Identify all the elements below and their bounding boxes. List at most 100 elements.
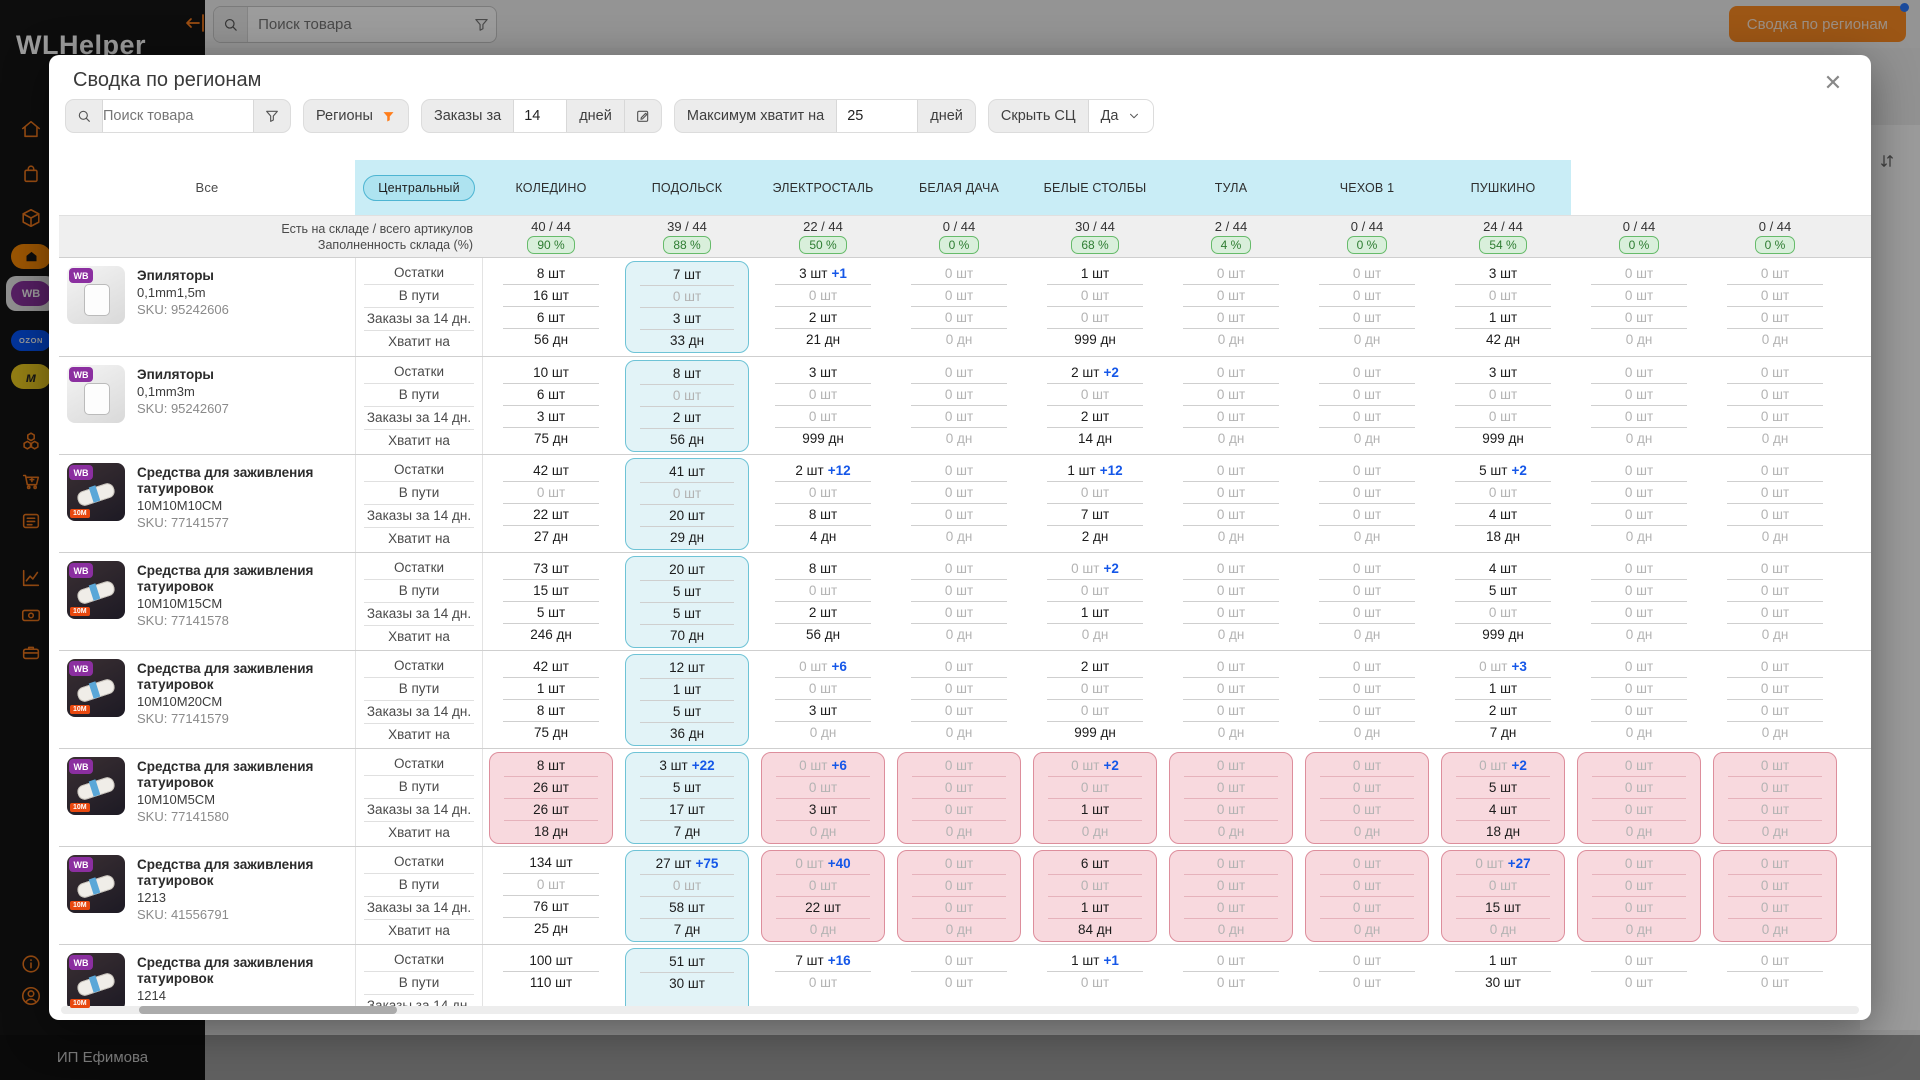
metric-value: 56 дн [489,329,613,351]
product-row[interactable]: WBЭпиляторы0,1mm1,5mSKU: 95242606Остатки… [59,258,1871,356]
hide-sc-select[interactable]: Да [1088,100,1153,132]
region-header-белые-столбы[interactable]: БЕЛЫЕ СТОЛБЫ [1027,160,1163,215]
metric-value: 75 дн [489,428,613,450]
region-header-пушкино[interactable]: ПУШКИНО [1435,160,1571,215]
metric-labels: ОстаткиВ путиЗаказы за 14 дн.Хватит на [355,553,483,650]
metric-value: 0 шт [626,483,748,505]
incoming-delta: +1 [1103,953,1118,968]
max-days-input[interactable] [847,108,907,124]
region-header-row: Все Центральный КОЛЕДИНОПОДОЛЬСКЭЛЕКТРОСТА… [59,160,1871,215]
stock-cell: 0 шт+25 шт4 шт18 дн [1435,749,1571,846]
selected-region-pill[interactable]: Центральный [363,175,475,201]
product-variant: 1214 [137,987,327,1004]
metric-value: 0 шт [762,777,884,799]
metric-value: 0 шт [626,286,748,308]
product-row[interactable]: WB10МСредства для заживления татуировок1… [59,748,1871,846]
metric-value: 0 шт [1441,384,1565,406]
metric-value: 0 шт [1305,656,1429,678]
metric-value: 0 шт [1713,285,1837,307]
metric-value: 2 дн [1033,526,1157,548]
product-search-group [65,99,291,133]
stats-label-fill: Заполненность склада (%) [59,237,473,253]
metric-value: 16 шт [489,285,613,307]
product-thumbnail: WB10М [67,855,125,913]
product-info: WBЭпиляторы0,1mm3mSKU: 95242607 [59,357,355,454]
metric-value: 0 шт [761,285,885,307]
metric-value: 0 шт [1306,799,1428,821]
stock-cell: 0 шт+20 шт1 шт0 дн [1027,553,1163,650]
product-search-input[interactable] [103,108,253,124]
metric-value: 999 дн [1033,722,1157,744]
metric-value: 0 шт [1713,384,1837,406]
region-header-чехов-1[interactable]: ЧЕХОВ 1 [1299,160,1435,215]
metric-value: 0 шт [1169,482,1293,504]
orders-days-input[interactable] [524,108,556,124]
product-row[interactable]: WB10МСредства для заживления татуировок1… [59,650,1871,748]
product-name: Эпиляторы [137,367,229,383]
metric-value: 8 шт [489,263,613,285]
stock-cell: 0 шт0 шт0 шт0 дн [1571,357,1707,454]
metric-value: 0 дн [1713,329,1837,351]
metric-value: 0 шт [897,263,1021,285]
metric-value: 3 шт [626,308,748,330]
metric-value: 5 шт [1442,777,1564,799]
metric-value: 0 шт [1713,307,1837,329]
metric-value: 0 шт [1713,656,1837,678]
fill-percent-badge: 88 % [663,236,710,254]
metric-value: 0 дн [897,329,1021,351]
metric-value: 10 шт [489,362,613,384]
metric-value: 0 шт [489,874,613,896]
metric-value: 0 дн [1169,329,1293,351]
incoming-delta: +2 [1511,758,1526,773]
stock-cell: 0 шт0 шт0 шт0 дн [1299,357,1435,454]
product-row[interactable]: WBЭпиляторы0,1mm3mSKU: 95242607ОстаткиВ … [59,356,1871,454]
product-row[interactable]: WB10МСредства для заживления татуировок1… [59,454,1871,552]
stock-cell: 0 шт+270 шт15 шт0 дн [1435,847,1571,944]
region-header-центральный[interactable]: Центральный [355,160,483,215]
stock-cell: 0 шт0 шт0 шт0 дн [891,553,1027,650]
product-row[interactable]: WB10МСредства для заживления татуировок1… [59,552,1871,650]
regions-filter-button[interactable]: Регионы [303,99,409,133]
filter-funnel-icon[interactable] [253,100,290,132]
metric-value: 0 шт [1713,950,1837,972]
product-row[interactable]: WB10МСредства для заживления татуировок1… [59,944,1871,1009]
stock-cell: 0 шт+60 шт3 шт0 дн [755,651,891,748]
metric-value: 0 шт [1305,504,1429,526]
metric-value: 0 шт [1577,580,1701,602]
region-header-электросталь[interactable]: ЭЛЕКТРОСТАЛЬ [755,160,891,215]
metric-label: Хватит на [356,626,482,649]
region-header-коледино[interactable]: КОЛЕДИНО [483,160,619,215]
metric-value: 0 шт [761,972,885,994]
metric-value: 1 шт [1034,799,1156,821]
region-header-all[interactable]: Все [59,160,355,215]
region-header-подольск[interactable]: ПОДОЛЬСК [619,160,755,215]
metric-value: 75 дн [489,722,613,744]
wb-badge: WB [69,563,93,578]
close-icon[interactable]: ✕ [1819,69,1847,97]
metric-value: 7 шт [1033,504,1157,526]
metric-value: 1 шт [489,678,613,700]
stock-count: 39 / 44 [667,219,707,234]
product-variant: 0,1mm1,5m [137,284,229,301]
metric-value: 56 дн [761,624,885,646]
edit-icon[interactable] [624,100,661,132]
product-row[interactable]: WB10МСредства для заживления татуировок1… [59,846,1871,944]
stock-cell: 3 шт+225 шт17 шт7 дн [619,749,755,846]
stock-cell: 0 шт0 шт0 шт0 дн [1163,258,1299,356]
metric-value: 12 шт [626,657,748,679]
metric-value: 0 шт [1169,602,1293,624]
metric-label: Остатки [356,949,482,972]
metric-value: 0 дн [1305,428,1429,450]
metric-value: 7 дн [626,821,748,843]
scrollbar-thumb[interactable] [139,1006,397,1014]
region-header-тула[interactable]: ТУЛА [1163,160,1299,215]
metric-label: Заказы за 14 дн. [356,897,482,920]
region-header-белая-дача[interactable]: БЕЛАЯ ДАЧА [891,160,1027,215]
stock-cell: 1 шт0 шт0 шт999 дн [1027,258,1163,356]
stock-cell: 0 шт0 шт0 шт0 дн [891,357,1027,454]
metric-value: 0 шт [1169,700,1293,722]
metric-labels: ОстаткиВ путиЗаказы за 14 дн.Хватит на [355,847,483,944]
metric-value: 26 шт [490,777,612,799]
metric-labels: ОстаткиВ путиЗаказы за 14 дн.Хватит на [355,357,483,454]
metric-value: 0 шт [1714,777,1836,799]
